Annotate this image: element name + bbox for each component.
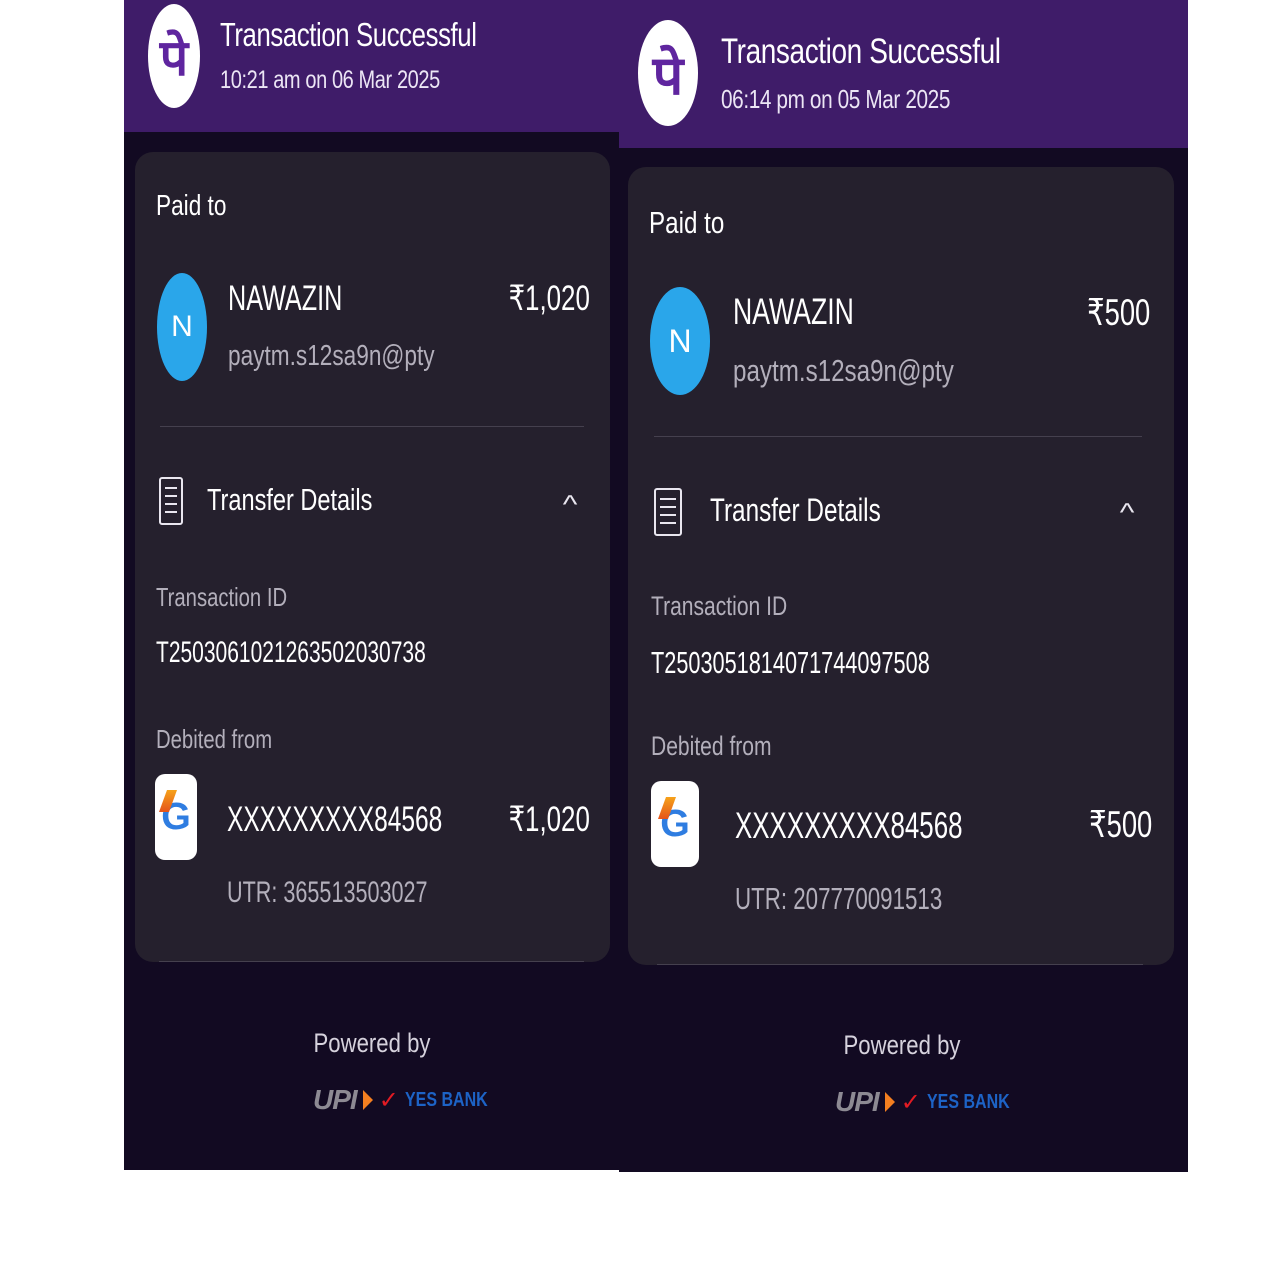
receipt-screen-1: पे Transaction Successful 10:21 am on 06… [124,0,621,1170]
divider [160,426,584,427]
divider [159,961,584,962]
chevron-up-icon: ^ [562,489,578,519]
debited-from-label: Debited from [651,731,772,761]
account-number: XXXXXXXXX84568 [227,800,443,839]
powered-by-label: Powered by [313,1028,431,1058]
debited-amount: ₹500 [1088,804,1152,845]
upi-arrow-icon [362,1090,373,1110]
paid-to-label: Paid to [649,205,725,240]
utr-number[interactable]: UTR: 365513503027 [227,876,428,910]
transfer-details-label: Transfer Details [710,492,881,528]
yes-bank-logo: YES BANK [926,1090,1010,1113]
partner-logos: UPI ✓ YES BANK [313,1084,508,1116]
upi-logo: UPI [313,1084,358,1115]
document-list-icon [654,488,682,536]
account-number: XXXXXXXXX84568 [735,805,963,846]
payee-avatar: N [650,287,710,395]
header-title: Transaction Successful [220,16,477,53]
payee-amount: ₹1,020 [508,279,590,318]
phonepe-logo-icon: पे [148,4,200,108]
receipt-screen-2: पे Transaction Successful 06:14 pm on 05… [619,0,1188,1172]
payee-upi-id: paytm.s12sa9n@pty [733,353,954,388]
transaction-id-label: Transaction ID [156,582,288,612]
powered-by-label: Powered by [843,1030,961,1060]
divider [657,964,1143,965]
payee-name: NAWAZIN [228,279,343,318]
transaction-id-label: Transaction ID [651,591,788,621]
payee-amount: ₹500 [1086,292,1150,333]
yes-bank-tick-icon: ✓ [378,1086,399,1114]
debited-from-label: Debited from [156,724,273,754]
paid-to-label: Paid to [156,190,227,222]
chevron-up-icon: ^ [1119,497,1135,527]
transfer-details-label: Transfer Details [207,482,373,517]
avatar-letter: N [668,322,692,359]
debited-amount: ₹1,020 [508,800,590,839]
yes-bank-tick-icon: ✓ [900,1088,921,1116]
header-timestamp: 06:14 pm on 05 Mar 2025 [721,84,951,114]
utr-number[interactable]: UTR: 207770091513 [735,881,942,917]
transaction-id-value[interactable]: T2503061021263502030738 [156,636,426,670]
bank-app-logo-icon: G [651,781,699,867]
yes-bank-logo: YES BANK [404,1088,488,1111]
payee-avatar: N [157,273,207,381]
phonepe-logo-icon: पे [638,20,698,126]
upi-arrow-icon [884,1092,895,1112]
transaction-id-value[interactable]: T2503051814071744097508 [651,645,930,681]
transaction-card: Paid to N NAWAZIN paytm.s12sa9n@pty ₹500… [628,167,1174,965]
upi-logo: UPI [835,1086,880,1117]
payee-upi-id: paytm.s12sa9n@pty [228,340,435,372]
header-title: Transaction Successful [721,32,1001,71]
transaction-card: Paid to N NAWAZIN paytm.s12sa9n@pty ₹1,0… [135,152,610,962]
header-timestamp: 10:21 am on 06 Mar 2025 [220,66,440,94]
avatar-letter: N [171,310,193,343]
payee-name: NAWAZIN [733,291,854,332]
divider [654,436,1142,437]
document-list-icon [159,477,183,525]
receipt-header: पे Transaction Successful 10:21 am on 06… [124,0,621,132]
receipt-header: पे Transaction Successful 06:14 pm on 05… [619,0,1188,148]
partner-logos: UPI ✓ YES BANK [835,1086,1030,1118]
bank-app-logo-icon: G [155,774,197,860]
